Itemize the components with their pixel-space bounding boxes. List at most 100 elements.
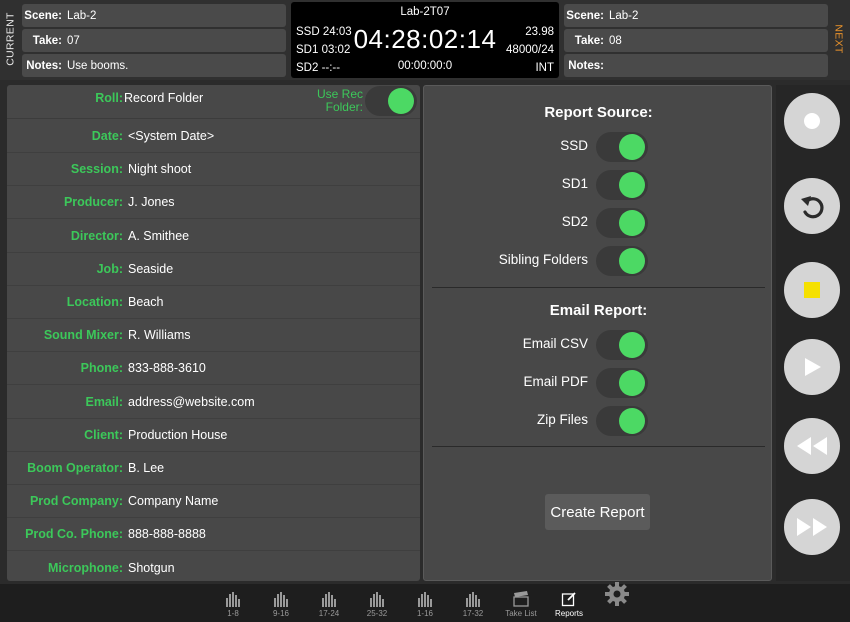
play-button[interactable] [784,339,840,395]
form-field-value[interactable]: B. Lee [128,461,164,475]
rewind-button[interactable] [784,418,840,474]
meters-icon [369,587,385,607]
form-field-row: Client: Production House [7,419,420,452]
timecode-display: Lab-2T07 SSD 24:03 SD1 03:02 SD2 --:-- 0… [291,2,559,78]
transport-controls [776,85,850,581]
play-icon [805,358,821,376]
next-take-field[interactable]: Take: 08 [564,29,828,52]
tab-1-8[interactable]: 1-8 [213,587,253,621]
next-slate: Scene: Lab-2 Take: 08 Notes: [564,4,828,79]
form-field-value[interactable]: Beach [128,295,163,309]
form-field-label: Sound Mixer: [43,328,123,343]
form-field-row: Microphone: Shotgun [7,552,420,581]
option-toggle[interactable] [596,208,648,238]
fast-forward-button[interactable] [784,499,840,555]
option-label: SD2 [561,214,588,229]
email-report-title: Email Report: [549,302,648,319]
sync-source: INT [535,62,554,74]
toggle-knob [619,172,645,198]
option-toggle[interactable] [596,132,648,162]
form-field-row: Director: A. Smithee [7,220,420,253]
form-field-value[interactable]: Company Name [128,494,218,508]
option-toggle[interactable] [596,406,648,436]
form-field-row: Date: <System Date> [7,120,420,153]
form-field-value[interactable]: <System Date> [128,129,214,143]
tab-reports[interactable]: Reports [549,587,589,621]
option-label: Zip Files [536,412,588,427]
option-toggle[interactable] [596,246,648,276]
roll-value[interactable]: Record Folder [124,91,203,105]
sample-rate: 48000/24 [506,44,554,56]
form-field-label: Client: [84,427,123,442]
roll-label: Roll: [95,91,123,105]
form-field-row: Session: Night shoot [7,153,420,187]
form-field-label: Date: [91,129,123,143]
form-field-row: Sound Mixer: R. Williams [7,319,420,353]
tab-label: 1-8 [227,609,239,618]
tab-label: 25-32 [366,609,388,618]
form-field-row: Job: Seaside [7,253,420,286]
tab-label: 17-24 [318,609,340,618]
undo-button[interactable] [784,178,840,234]
next-scene-field[interactable]: Scene: Lab-2 [564,4,828,27]
current-take-field[interactable]: Take: 07 [22,29,286,52]
current-label: CURRENT [5,12,17,66]
form-field-value[interactable]: 888-888-8888 [128,527,206,541]
use-rec-folder-label: Use Rec Folder: [316,87,363,114]
form-field-value[interactable]: Shotgun [128,561,175,575]
toggle-knob [619,370,645,396]
form-field-label: Phone: [80,361,123,376]
toggle-knob [619,210,645,236]
gear-icon [604,582,630,607]
meters-icon [465,587,481,607]
use-rec-folder-toggle[interactable] [365,86,417,116]
tab-9-16[interactable]: 9-16 [261,587,301,621]
next-notes-field[interactable]: Notes: [564,54,828,77]
undo-icon [801,196,824,219]
current-scene-field[interactable]: Scene: Lab-2 [22,4,286,27]
form-field-label: Session: [70,162,123,177]
option-label: Sibling Folders [498,252,588,267]
form-field-value[interactable]: 833-888-3610 [128,361,206,375]
tab-take-list[interactable]: Take List [501,587,541,621]
current-notes-field[interactable]: Notes: Use booms. [22,54,286,77]
tab-label: Take List [505,609,537,618]
meters-icon [417,587,433,607]
tab-settings[interactable] [597,582,637,621]
form-field-value[interactable]: Seaside [128,262,173,276]
form-field-row: Boom Operator: B. Lee [7,452,420,485]
form-field-value[interactable]: J. Jones [128,195,175,209]
tab-25-32[interactable]: 25-32 [357,587,397,621]
record-button[interactable] [784,93,840,149]
toggle-knob [619,134,645,160]
tab-17-24[interactable]: 17-24 [309,587,349,621]
next-label: NEXT [833,24,845,54]
frame-rate: 23.98 [525,26,554,38]
option-toggle[interactable] [596,368,648,398]
edit-icon [561,587,577,607]
form-field-label: Boom Operator: [27,461,123,475]
option-toggle[interactable] [596,330,648,360]
create-report-button[interactable]: Create Report [545,494,650,530]
option-toggle[interactable] [596,170,648,200]
form-field-row: Prod Co. Phone: 888-888-8888 [7,518,420,552]
form-field-label: Director: [70,228,123,243]
form-field-value[interactable]: Night shoot [128,162,191,176]
fast-forward-icon [797,518,827,536]
clapper-icon [513,587,529,607]
tab-1-16[interactable]: 1-16 [405,587,445,621]
toggle-knob [388,88,414,114]
form-field-label: Email: [85,394,123,409]
form-field-label: Producer: [63,195,123,210]
toggle-knob [619,408,645,434]
form-field-value[interactable]: A. Smithee [128,229,189,243]
form-field-value[interactable]: R. Williams [128,328,191,342]
tab-17-32[interactable]: 17-32 [453,587,493,621]
toggle-knob [619,332,645,358]
stop-button[interactable] [784,262,840,318]
form-field-value[interactable]: address@website.com [128,395,255,409]
form-field-value[interactable]: Production House [128,428,227,442]
meters-icon [273,587,289,607]
form-field-row: Prod Company: Company Name [7,485,420,519]
report-source-title: Report Source: [544,104,653,121]
